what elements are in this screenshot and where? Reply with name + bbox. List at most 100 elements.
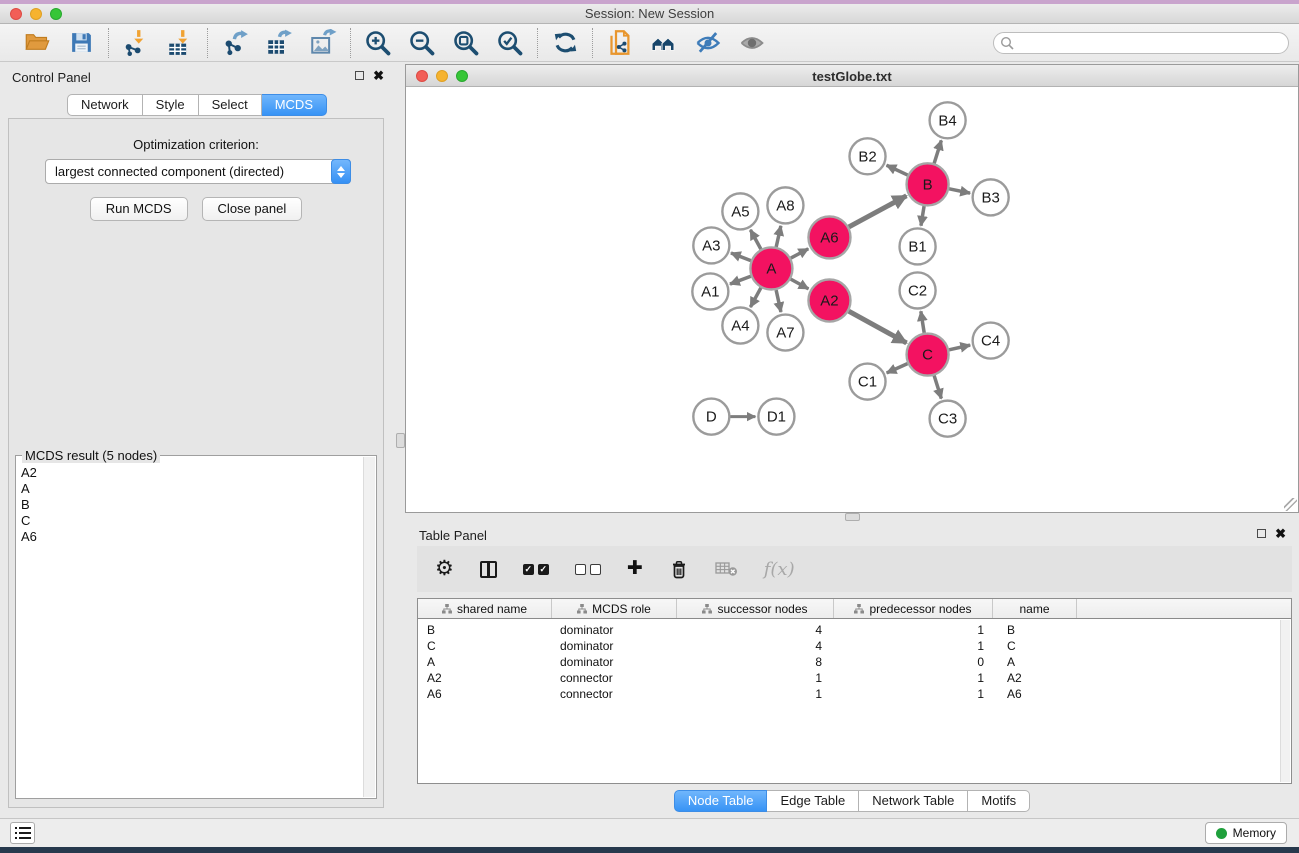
tab-mcds[interactable]: MCDS [262,94,327,116]
window-resize-grip[interactable] [1284,498,1297,511]
graph-edge-A-A3[interactable] [731,253,751,261]
graph-node-C3[interactable]: C3 [930,401,966,437]
search-input[interactable] [993,32,1289,54]
graph-node-A6[interactable]: A6 [808,216,850,258]
graph-edge-A-A7[interactable] [776,290,781,312]
zoom-fit-icon[interactable] [452,29,480,57]
network-graph[interactable]: B4 B2 B B3 A5A8A6 B1 A3 A C2 A1 A2 A4A7 C4 C C1 C3 D D1 [406,87,1298,512]
graph-node-C4[interactable]: C4 [973,323,1009,359]
tab-network[interactable]: Network [67,94,143,116]
gear-icon[interactable]: ⚙ [435,559,454,579]
graph-edge-A-A4[interactable] [750,288,760,307]
first-neighbors-icon[interactable] [650,29,678,57]
tab-edge-table[interactable]: Edge Table [767,790,859,812]
mcds-result-item[interactable]: B [21,497,362,513]
tab-network-table[interactable]: Network Table [859,790,968,812]
column-header-MCDS-role[interactable]: MCDS role [552,599,677,618]
memory-button[interactable]: Memory [1205,822,1287,844]
close-panel-button[interactable]: Close panel [202,197,303,221]
export-network-icon[interactable] [221,29,249,57]
table-row[interactable]: Adominator80A [418,654,1291,670]
graph-node-B4[interactable]: B4 [930,102,966,138]
graph-edge-B-B4[interactable] [934,140,941,163]
graph-node-A8[interactable]: A8 [767,187,803,223]
column-header-predecessor-nodes[interactable]: predecessor nodes [834,599,993,618]
graph-edge-C-C1[interactable] [887,364,908,373]
network-canvas[interactable]: B4 B2 B B3 A5A8A6 B1 A3 A C2 A1 A2 A4A7 C4 C C1 C3 D D1 [406,87,1298,512]
graph-node-A[interactable]: A [750,247,792,289]
table-row[interactable]: A2connector11A2 [418,670,1291,686]
graph-node-C[interactable]: C [907,334,949,376]
open-file-icon[interactable] [23,29,51,57]
graph-edge-C-C2[interactable] [921,311,924,333]
column-header-successor-nodes[interactable]: successor nodes [677,599,834,618]
delete-table-icon[interactable] [715,561,738,577]
graph-node-A3[interactable]: A3 [693,227,729,263]
graph-edge-C-C3[interactable] [934,376,941,399]
zoom-selected-icon[interactable] [496,29,524,57]
graph-edge-A-A6[interactable] [791,249,808,258]
graph-node-D[interactable]: D [693,399,729,435]
tab-select[interactable]: Select [199,94,262,116]
new-network-from-selection-icon[interactable] [606,29,634,57]
refresh-layout-icon[interactable] [551,29,579,57]
graph-node-A1[interactable]: A1 [692,273,728,309]
hide-selected-icon[interactable] [694,29,722,57]
save-session-icon[interactable] [67,29,95,57]
graph-edge-B-B3[interactable] [949,189,970,193]
mcds-result-item[interactable]: C [21,513,362,529]
graph-edge-A-A5[interactable] [750,230,760,249]
delete-icon[interactable] [669,559,689,580]
graph-edge-B-B1[interactable] [921,206,924,226]
tab-style[interactable]: Style [143,94,199,116]
close-panel-icon[interactable]: ✖ [373,70,384,81]
table-row[interactable]: A6connector11A6 [418,686,1291,702]
close-table-panel-icon[interactable]: ✖ [1275,528,1286,539]
graph-edge-B-B2[interactable] [887,165,908,175]
result-scrollbar[interactable] [363,457,375,797]
split-columns-icon[interactable] [480,561,497,578]
import-table-icon[interactable] [166,29,194,57]
deselect-all-icon[interactable] [575,564,601,575]
graph-node-A4[interactable]: A4 [722,308,758,344]
graph-edge-C-C4[interactable] [949,345,970,350]
graph-node-B3[interactable]: B3 [973,179,1009,215]
function-builder-icon[interactable]: f(x) [764,559,795,580]
table-row[interactable]: Bdominator41B [418,622,1291,638]
table-row[interactable]: Cdominator41C [418,638,1291,654]
table-scrollbar[interactable] [1280,620,1290,782]
zoom-out-icon[interactable] [408,29,436,57]
mcds-result-item[interactable]: A2 [21,465,362,481]
graph-node-B2[interactable]: B2 [849,138,885,174]
graph-node-C2[interactable]: C2 [900,272,936,308]
graph-edge-A2-C[interactable] [849,311,907,343]
show-all-icon[interactable] [738,29,766,57]
float-panel-icon[interactable] [355,71,364,80]
vertical-splitter-handle[interactable] [396,433,405,448]
column-header-shared-name[interactable]: shared name [418,599,552,618]
graph-edge-A-A1[interactable] [730,276,751,284]
export-image-icon[interactable] [309,29,337,57]
graph-edge-A6-B[interactable] [849,196,907,227]
graph-node-B1[interactable]: B1 [900,228,936,264]
select-all-icon[interactable]: ✓✓ [523,564,549,575]
graph-node-D1[interactable]: D1 [758,399,794,435]
graph-node-A7[interactable]: A7 [767,315,803,351]
run-mcds-button[interactable]: Run MCDS [90,197,188,221]
tab-node-table[interactable]: Node Table [674,790,768,812]
mcds-result-item[interactable]: A6 [21,529,362,545]
log-console-button[interactable] [10,822,35,844]
export-table-icon[interactable] [265,29,293,57]
zoom-in-icon[interactable] [364,29,392,57]
mcds-result-item[interactable]: A [21,481,362,497]
graph-node-B[interactable]: B [907,163,949,205]
criterion-select[interactable]: largest connected component (directed) [45,159,351,184]
graph-node-C1[interactable]: C1 [849,364,885,400]
add-column-icon[interactable]: ✚ [627,560,643,578]
graph-node-A2[interactable]: A2 [808,279,850,321]
float-table-panel-icon[interactable] [1257,529,1266,538]
tab-motifs[interactable]: Motifs [968,790,1030,812]
graph-edge-A-A8[interactable] [776,226,781,247]
graph-edge-A-A2[interactable] [791,279,809,289]
graph-node-A5[interactable]: A5 [722,193,758,229]
